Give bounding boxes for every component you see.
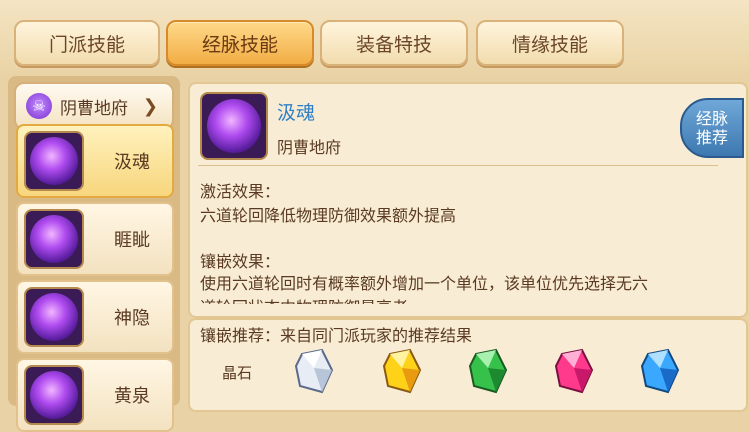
skill-item-jihun[interactable]: 汲魂 — [16, 124, 174, 198]
yellow-crystal-icon[interactable] — [380, 346, 424, 396]
chevron-down-icon: ❯ — [142, 95, 158, 117]
inlay-text-scroll[interactable]: 使用六道轮回时有概率额外增加一个单位，该单位优先选择无六 道轮回状态中物理防御最… — [196, 266, 726, 304]
recommend-button-line: 经脉 — [695, 109, 728, 128]
blue-crystal-icon[interactable] — [638, 346, 682, 396]
skill-huangquan-icon — [24, 365, 84, 425]
tab-equipment-stunts[interactable]: 装备特技 — [320, 20, 468, 66]
skill-school: 阴曹地府 — [277, 138, 342, 157]
white-crystal-icon[interactable] — [292, 346, 336, 396]
skill-yazi-icon — [24, 209, 84, 269]
tab-bar: 门派技能 经脉技能 装备特技 情缘技能 — [0, 0, 749, 74]
skill-label: 睚眦 — [114, 230, 150, 251]
tab-school-skills[interactable]: 门派技能 — [14, 20, 160, 66]
gem-label: 晶石 — [222, 364, 253, 382]
selected-skill-icon — [200, 92, 268, 160]
skill-label: 神隐 — [114, 308, 150, 329]
skill-shenyin-icon — [24, 287, 84, 347]
recommend-button-line: 推荐 — [695, 128, 728, 147]
activate-text: 六道轮回降低物理防御效果额外提高 — [200, 206, 457, 225]
school-selector-label: 阴曹地府 — [60, 98, 128, 119]
skill-jihun-icon — [24, 131, 84, 191]
skill-item-shenyin[interactable]: 神隐 — [16, 280, 174, 354]
inlay-text-line: 使用六道轮回时有概率额外增加一个单位，该单位优先选择无六 — [200, 274, 649, 293]
skill-item-huangquan[interactable]: 黄泉 — [16, 358, 174, 432]
school-selector[interactable]: ☠ 阴曹地府 ❯ — [14, 82, 174, 130]
skill-label: 黄泉 — [114, 386, 150, 407]
tab-meridian-skills[interactable]: 经脉技能 — [166, 20, 314, 66]
tab-label: 经脉技能 — [201, 33, 278, 56]
green-crystal-icon[interactable] — [466, 346, 510, 396]
inlay-text-line: 道轮回状态中物理防御最高者 — [200, 294, 408, 304]
skull-icon: ☠ — [26, 93, 52, 119]
tab-label: 门派技能 — [48, 33, 125, 56]
meridian-recommend-button[interactable]: 经脉 推荐 — [680, 98, 744, 158]
recommend-title: 镶嵌推荐：来自同门派玩家的推荐结果 — [200, 326, 473, 345]
tab-label: 情缘技能 — [511, 33, 588, 56]
tab-bond-skills[interactable]: 情缘技能 — [476, 20, 624, 66]
skill-item-yazi[interactable]: 睚眦 — [16, 202, 174, 276]
activate-title: 激活效果： — [200, 182, 281, 201]
pink-crystal-icon[interactable] — [552, 346, 596, 396]
tab-label: 装备特技 — [355, 33, 432, 56]
divider — [198, 165, 718, 166]
skill-name: 汲魂 — [277, 102, 316, 124]
skill-label: 汲魂 — [114, 152, 150, 173]
